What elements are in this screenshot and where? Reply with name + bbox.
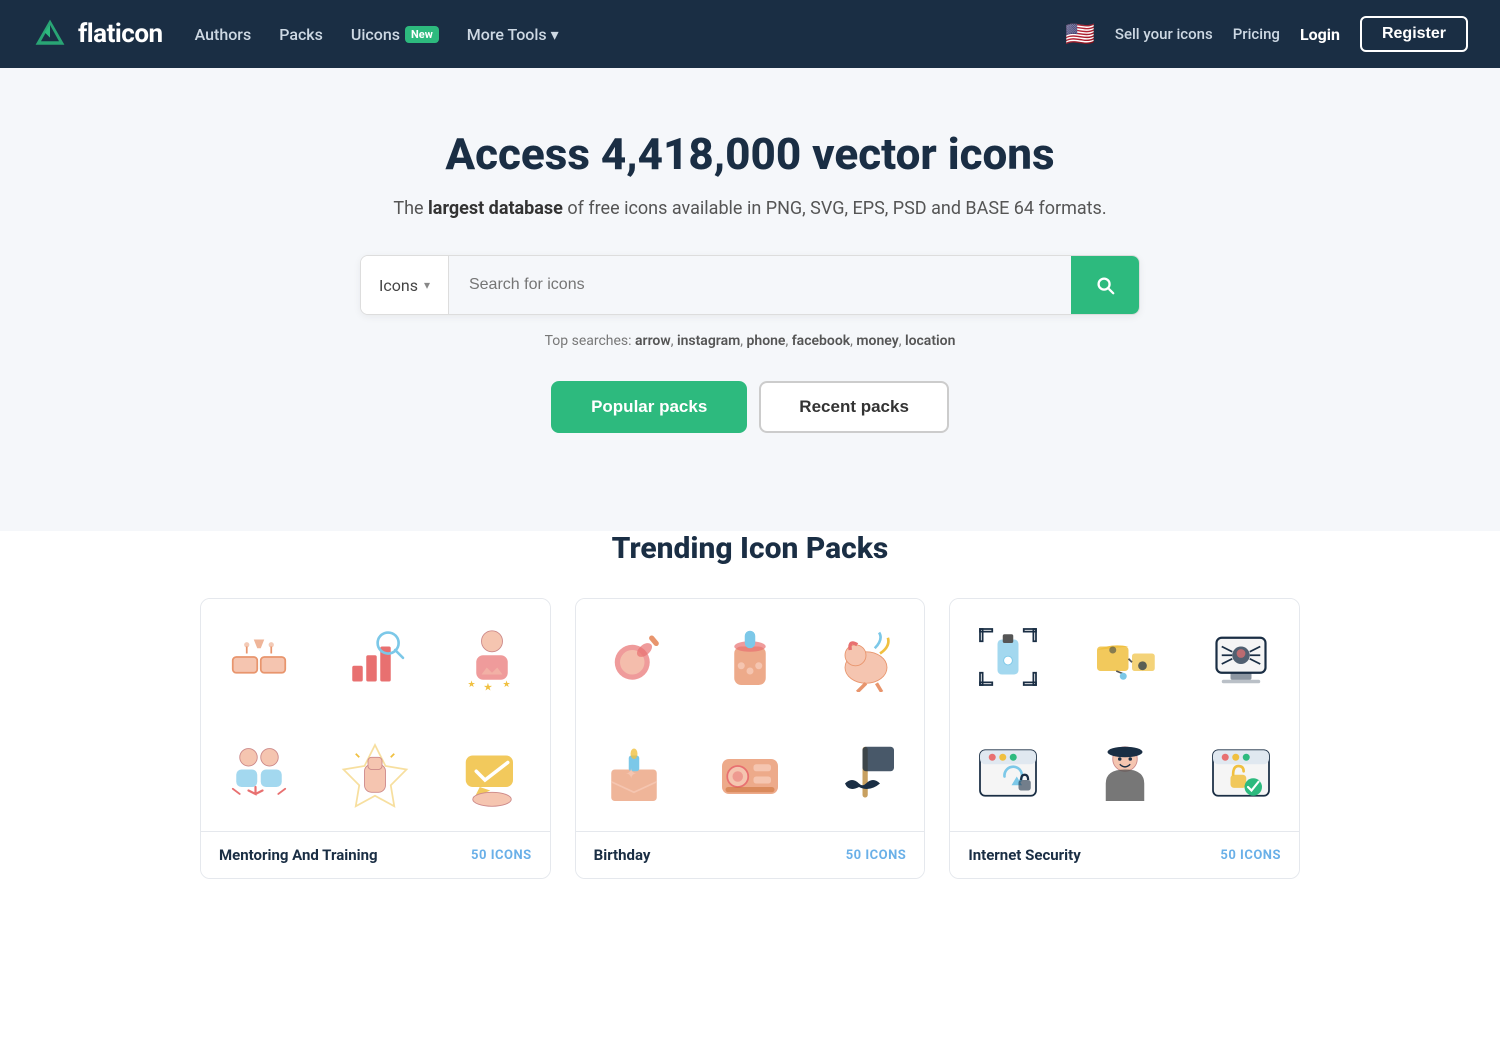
nav-link-packs[interactable]: Packs <box>279 25 323 44</box>
pack-count-mentoring: 50 ICONS <box>471 848 532 863</box>
nav-link-uicons[interactable]: Uicons New <box>351 25 439 44</box>
pack-icon-cell <box>1183 599 1299 715</box>
top-search-term-1[interactable]: arrow <box>635 333 671 349</box>
pack-icon-cell <box>808 599 924 715</box>
trending-section-title: Trending Icon Packs <box>48 531 1452 566</box>
nav-more-tools[interactable]: More Tools ▾ <box>467 25 559 44</box>
top-searches-label: Top searches: <box>545 333 632 349</box>
login-link[interactable]: Login <box>1300 25 1340 44</box>
nav-link-authors[interactable]: Authors <box>195 25 252 44</box>
top-searches: Top searches: arrow, instagram, phone, f… <box>20 333 1480 349</box>
search-type-dropdown[interactable]: Icons ▾ <box>361 256 449 314</box>
register-button[interactable]: Register <box>1360 16 1468 52</box>
svg-text:★: ★ <box>467 680 475 690</box>
pack-icons-mentoring: ★ ★ ★ <box>201 599 550 831</box>
pack-card-birthday[interactable]: ✦ <box>575 598 926 879</box>
hero-section: Access 4,418,000 vector icons The larges… <box>0 68 1500 531</box>
hero-subtitle-bold: largest database <box>428 198 563 219</box>
search-type-label: Icons <box>379 276 418 295</box>
nav-right: 🇺🇸 Sell your icons Pricing Login Registe… <box>1065 16 1468 52</box>
pack-icon-cell <box>433 715 549 831</box>
pack-icon-cell <box>950 715 1066 831</box>
pack-icon-cell <box>317 599 433 715</box>
pack-icons-security <box>950 599 1299 831</box>
pack-count-birthday: 50 ICONS <box>846 848 907 863</box>
svg-text:★: ★ <box>502 680 510 690</box>
pack-icon-cell <box>1067 599 1183 715</box>
pack-footer-security: Internet Security 50 ICONS <box>950 831 1299 878</box>
pack-toggle: Popular packs Recent packs <box>20 381 1480 433</box>
pack-icon-cell <box>1067 715 1183 831</box>
language-flag-icon[interactable]: 🇺🇸 <box>1065 20 1095 48</box>
pack-card-mentoring[interactable]: ★ ★ ★ <box>200 598 551 879</box>
top-search-term-5[interactable]: money <box>856 333 898 349</box>
sell-icons-link[interactable]: Sell your icons <box>1115 25 1213 43</box>
pricing-link[interactable]: Pricing <box>1233 25 1280 43</box>
pack-icon-cell <box>692 599 808 715</box>
search-type-chevron-icon: ▾ <box>424 278 430 292</box>
search-icon <box>1094 274 1116 296</box>
hero-subtitle-plain: The <box>393 198 428 219</box>
pack-icon-cell <box>201 599 317 715</box>
top-search-term-6[interactable]: location <box>905 333 955 349</box>
pack-grid: ★ ★ ★ <box>200 598 1300 879</box>
pack-icons-birthday: ✦ <box>576 599 925 831</box>
hero-title: Access 4,418,000 vector icons <box>20 128 1480 180</box>
top-search-term-2[interactable]: instagram <box>677 333 740 349</box>
pack-icon-cell <box>576 599 692 715</box>
pack-footer-birthday: Birthday 50 ICONS <box>576 831 925 878</box>
hero-subtitle-rest: of free icons available in PNG, SVG, EPS… <box>563 198 1107 219</box>
svg-text:★: ★ <box>483 680 493 692</box>
pack-icon-cell <box>808 715 924 831</box>
pack-card-security[interactable]: Internet Security 50 ICONS <box>949 598 1300 879</box>
svg-text:✦: ✦ <box>625 767 637 783</box>
main-content: Trending Icon Packs <box>0 531 1500 939</box>
logo-icon <box>32 16 68 52</box>
pack-name-mentoring: Mentoring And Training <box>219 846 378 864</box>
pack-icon-cell: ★ ★ ★ <box>433 599 549 715</box>
pack-icon-cell <box>201 715 317 831</box>
recent-packs-button[interactable]: Recent packs <box>759 381 949 433</box>
top-search-term-3[interactable]: phone <box>747 333 786 349</box>
pack-footer-mentoring: Mentoring And Training 50 ICONS <box>201 831 550 878</box>
popular-packs-button[interactable]: Popular packs <box>551 381 747 433</box>
pack-icon-cell <box>692 715 808 831</box>
pack-name-security: Internet Security <box>968 846 1080 864</box>
pack-name-birthday: Birthday <box>594 846 651 864</box>
hero-subtitle: The largest database of free icons avail… <box>20 198 1480 219</box>
search-input[interactable] <box>449 256 1071 314</box>
chevron-down-icon: ▾ <box>551 25 559 44</box>
pack-icon-cell <box>317 715 433 831</box>
pack-icon-cell: ✦ <box>576 715 692 831</box>
nav-links: Authors Packs Uicons New More Tools ▾ <box>195 25 1033 44</box>
logo-text: flaticon <box>78 19 163 49</box>
uicons-new-badge: New <box>405 26 439 43</box>
search-button[interactable] <box>1071 256 1139 314</box>
pack-icon-cell <box>950 599 1066 715</box>
pack-icon-cell <box>1183 715 1299 831</box>
pack-count-security: 50 ICONS <box>1220 848 1281 863</box>
search-bar: Icons ▾ <box>360 255 1140 315</box>
top-search-term-4[interactable]: facebook <box>792 333 850 349</box>
logo-link[interactable]: flaticon <box>32 16 163 52</box>
navbar: flaticon Authors Packs Uicons New More T… <box>0 0 1500 68</box>
